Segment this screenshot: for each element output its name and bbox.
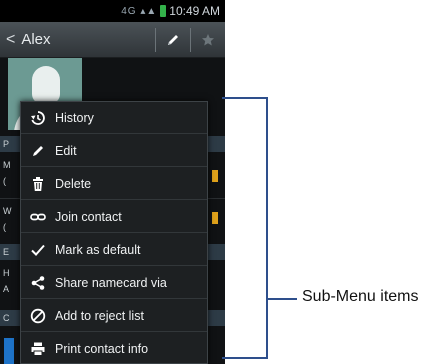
menu-item-add-to-reject-list[interactable]: Add to reject list <box>21 300 207 332</box>
menu-item-label: History <box>55 110 94 125</box>
edge-letter: W <box>3 206 12 216</box>
link-icon <box>21 209 55 225</box>
edge-letter: M <box>3 160 11 170</box>
edge-letter: H <box>3 268 10 278</box>
menu-item-label: Delete <box>55 176 92 191</box>
edge-letter: P <box>3 139 10 149</box>
menu-item-label: Edit <box>55 143 77 158</box>
menu-item-edit[interactable]: Edit <box>21 135 207 167</box>
action-bar: < Alex <box>0 22 225 58</box>
edge-letter: C <box>3 313 10 323</box>
call-icon[interactable] <box>212 170 218 182</box>
menu-item-print-contact-info[interactable]: Print contact info <box>21 333 207 364</box>
edge-letter: E <box>3 247 10 257</box>
status-bar: 4G ▴▲ 10:49 AM <box>0 0 225 22</box>
edge-letter: ( <box>3 222 6 232</box>
edge-letter: ( <box>3 176 6 186</box>
menu-item-label: Share namecard via <box>55 275 167 290</box>
call-icon[interactable] <box>212 212 218 224</box>
menu-item-label: Join contact <box>55 209 122 224</box>
menu-item-delete[interactable]: Delete <box>21 168 207 200</box>
history-icon <box>21 110 55 126</box>
callout-line <box>268 298 297 300</box>
block-icon <box>21 308 55 324</box>
favorite-button[interactable] <box>191 33 225 47</box>
sub-menu-bracket <box>222 97 268 359</box>
edit-icon <box>21 143 55 159</box>
avatar-head <box>32 66 60 104</box>
pencil-icon <box>168 34 178 45</box>
trash-icon <box>21 176 55 192</box>
menu-item-mark-as-default[interactable]: Mark as default <box>21 234 207 266</box>
printer-icon <box>21 341 55 357</box>
menu-item-join-contact[interactable]: Join contact <box>21 201 207 233</box>
menu-item-share-namecard[interactable]: Share namecard via <box>21 267 207 299</box>
connection-indicator <box>4 338 14 364</box>
checkmark-icon <box>21 242 55 258</box>
menu-item-history[interactable]: History <box>21 102 207 134</box>
menu-item-label: Add to reject list <box>55 308 144 323</box>
share-icon <box>21 275 55 291</box>
edge-letter: A <box>3 284 10 294</box>
phone-screen: 4G ▴▲ 10:49 AM < Alex P M ( W ( E H A C … <box>0 0 225 364</box>
back-button[interactable]: < <box>6 31 15 49</box>
callout-label: Sub-Menu items <box>302 288 419 305</box>
signal-icon: 4G ▴▲ <box>121 5 158 17</box>
menu-item-label: Mark as default <box>55 242 141 257</box>
menu-item-label: Print contact info <box>55 342 149 356</box>
star-icon <box>202 33 214 45</box>
status-clock: 10:49 AM <box>169 4 220 18</box>
battery-icon <box>160 5 167 17</box>
contact-title: Alex <box>21 31 51 48</box>
sub-menu: History Edit Delete Join contact Mark as <box>20 101 208 364</box>
edit-action-button[interactable] <box>156 32 190 48</box>
